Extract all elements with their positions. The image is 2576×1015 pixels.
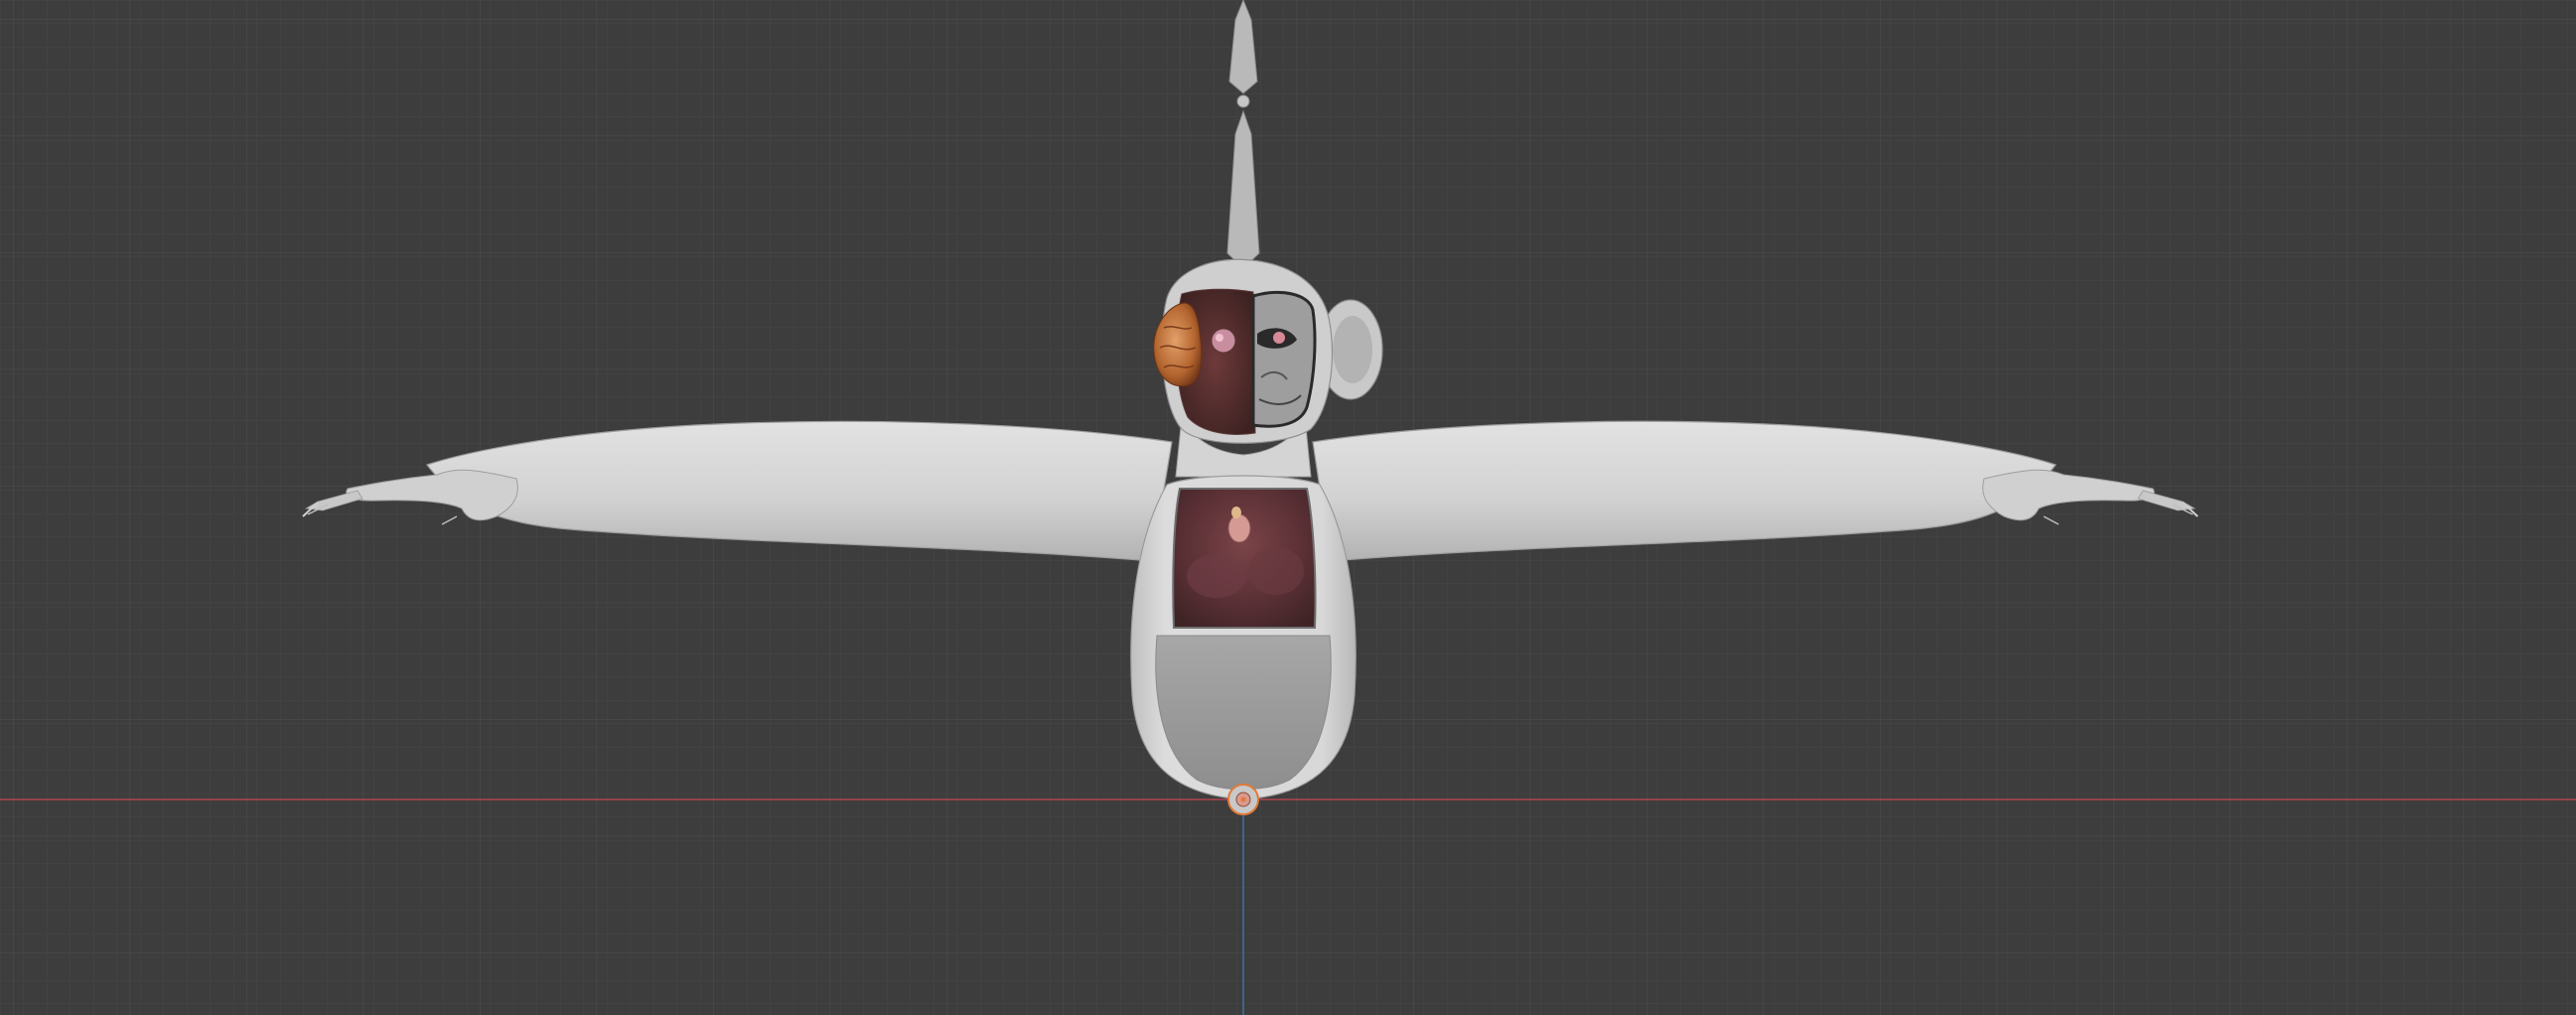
3d-viewport[interactable]: [0, 0, 2576, 1015]
torso[interactable]: [1130, 475, 1357, 800]
face-mask: [1251, 291, 1317, 428]
chest-cutaway[interactable]: [1172, 488, 1317, 629]
object-origin-icon[interactable]: [1227, 784, 1259, 815]
right-eye: [1273, 332, 1285, 344]
viewport-canvas[interactable]: [0, 0, 2576, 1015]
heart: [1227, 513, 1251, 543]
